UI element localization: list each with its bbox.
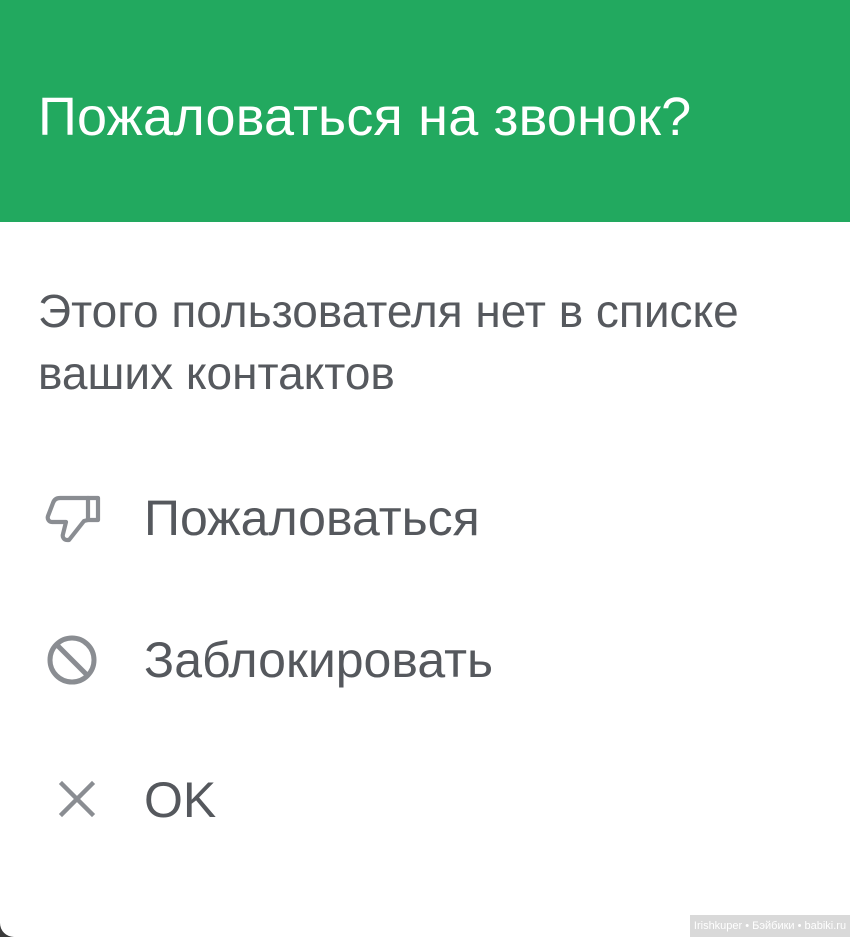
report-call-dialog: Пожаловаться на звонок? Этого пользовате…	[0, 0, 850, 937]
report-option[interactable]: Пожаловаться	[0, 464, 850, 574]
ok-option[interactable]: OK	[0, 746, 850, 856]
block-option[interactable]: Заблокировать	[0, 606, 850, 716]
dialog-message: Этого пользователя нет в списке ваших ко…	[38, 285, 739, 399]
watermark: Irishkuper • Бэйбики • babiki.ru	[690, 915, 850, 937]
block-icon	[44, 630, 104, 690]
ok-label: OK	[144, 772, 217, 828]
thumbs-down-icon	[44, 488, 104, 548]
dialog-title: Пожаловаться на звонок?	[38, 87, 692, 147]
close-icon	[50, 770, 110, 830]
report-label: Пожаловаться	[144, 490, 480, 546]
dialog-header: Пожаловаться на звонок?	[0, 0, 850, 222]
block-label: Заблокировать	[144, 632, 494, 688]
